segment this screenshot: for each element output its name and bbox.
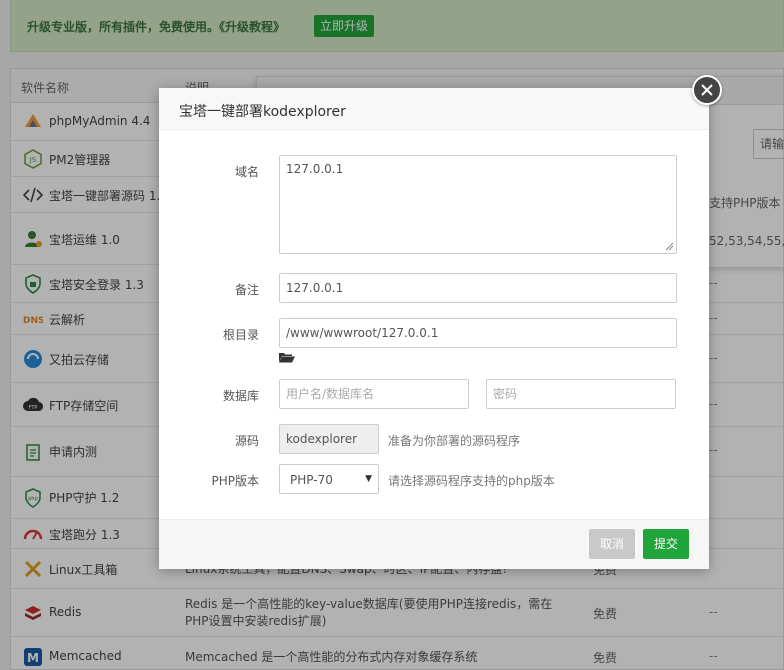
folder-open-icon[interactable] [279, 351, 295, 363]
source-label: 源码 [234, 434, 259, 448]
db-username-input[interactable] [279, 379, 469, 409]
source-input [279, 424, 379, 454]
root-dir-input[interactable] [279, 318, 677, 348]
php-version-hint: 请选择源码程序支持的php版本 [388, 474, 555, 488]
note-label: 备注 [234, 283, 259, 297]
php-version-select[interactable]: PHP-70 ▼ [279, 464, 379, 494]
database-label: 数据库 [222, 389, 259, 403]
db-password-input[interactable] [486, 379, 676, 409]
root-dir-label: 根目录 [222, 328, 259, 342]
cancel-button[interactable]: 取消 [589, 529, 636, 559]
modal-footer: 取消 提交 [159, 519, 709, 569]
close-icon [701, 84, 713, 96]
modal-title: 宝塔一键部署kodexplorer [179, 104, 346, 120]
submit-button[interactable]: 提交 [643, 529, 690, 559]
modal-header: 宝塔一键部署kodexplorer [159, 88, 709, 130]
source-hint: 准备为你部署的源码程序 [388, 434, 521, 448]
deploy-modal: 宝塔一键部署kodexplorer 域名 127.0.0.1 备注 根目录 数据… [159, 88, 709, 569]
close-modal-button[interactable] [692, 75, 722, 105]
php-version-label: PHP版本 [211, 474, 260, 488]
php-version-selected: PHP-70 [290, 473, 333, 487]
domain-textarea[interactable]: 127.0.0.1 [279, 155, 677, 254]
dropdown-arrow-icon: ▼ [365, 474, 372, 484]
domain-label: 域名 [234, 165, 259, 179]
resize-handle-icon[interactable] [665, 242, 674, 251]
note-input[interactable] [279, 273, 677, 303]
